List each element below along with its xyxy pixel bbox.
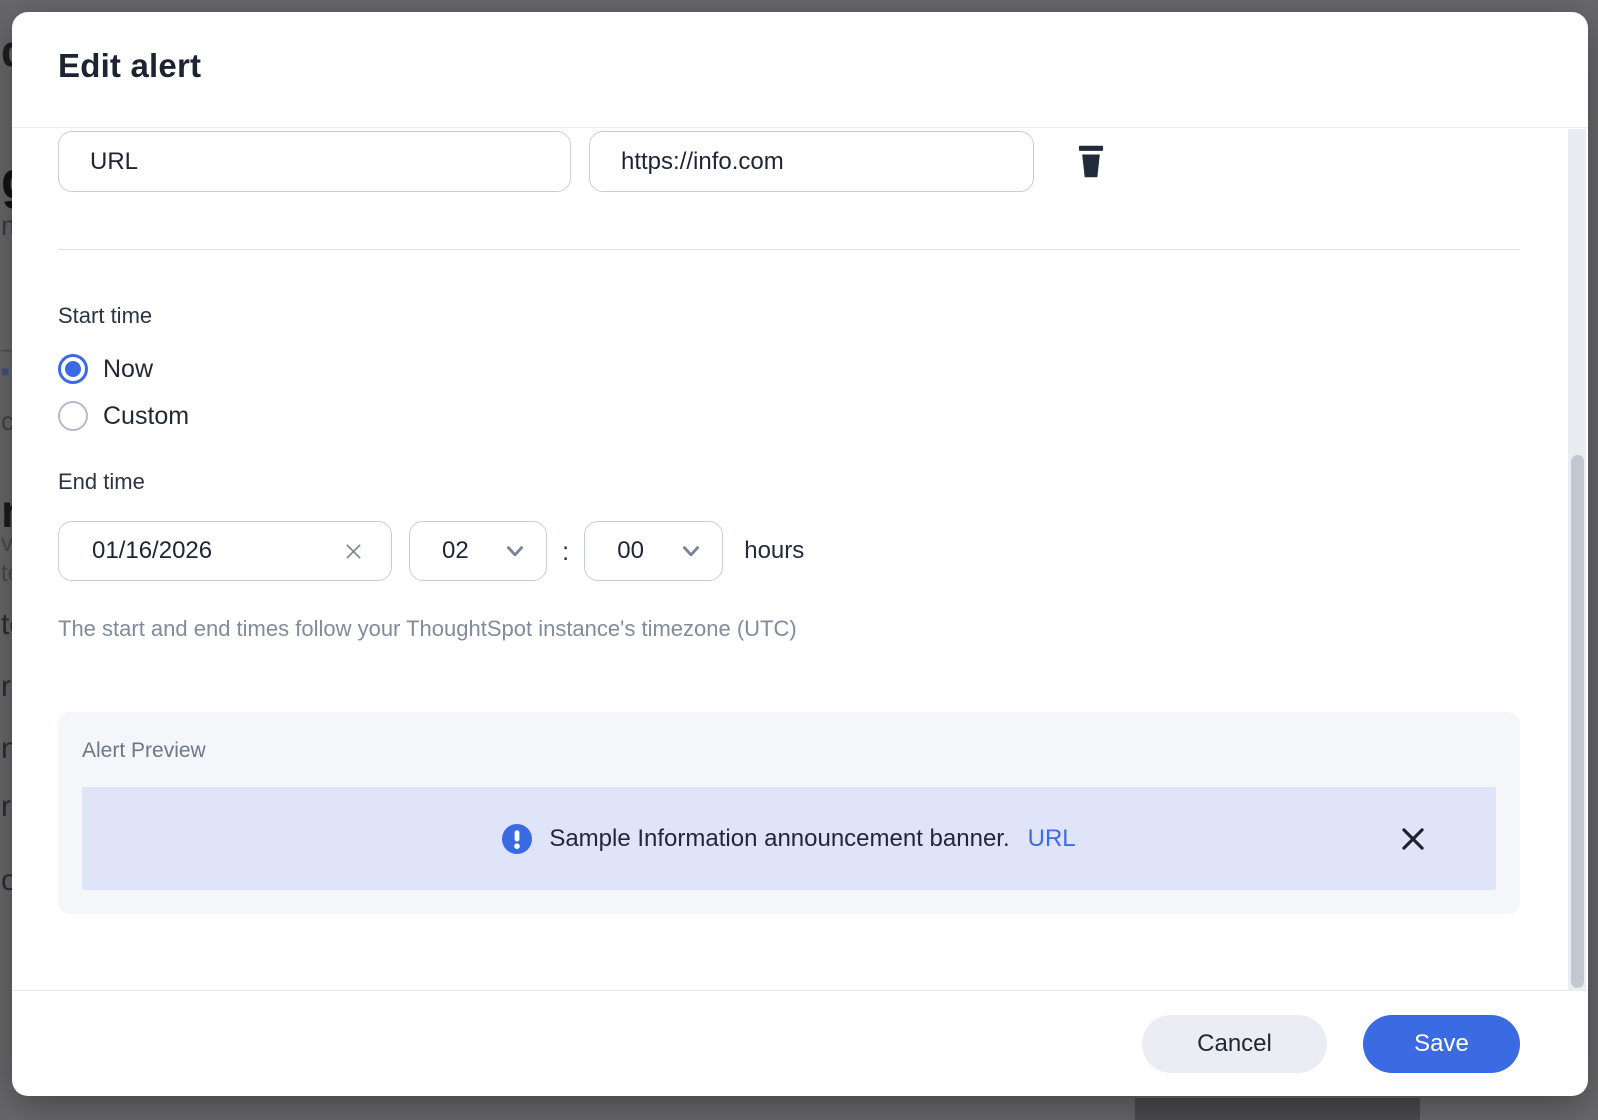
end-time-row: 01/16/2026 02 : 00 bbox=[58, 521, 1520, 581]
alert-preview-label: Alert Preview bbox=[82, 712, 1496, 763]
radio-now-label: Now bbox=[103, 355, 153, 384]
end-date-value: 01/16/2026 bbox=[92, 537, 340, 565]
background-text-fragment: ra bbox=[1, 672, 12, 702]
radio-option-custom[interactable]: Custom bbox=[58, 400, 1520, 432]
url-row bbox=[58, 131, 1520, 192]
dialog-title: Edit alert bbox=[58, 47, 1588, 85]
background-page-fragments: d gm – ■ c nv te to ra ne r o bbox=[0, 0, 12, 1120]
background-page-block bbox=[1135, 1098, 1420, 1120]
background-text-fragment: ■ bbox=[1, 364, 9, 378]
background-text-fragment: o bbox=[1, 866, 12, 896]
info-icon bbox=[502, 824, 532, 854]
start-time-label: Start time bbox=[58, 303, 1520, 329]
background-text-fragment: g bbox=[1, 155, 12, 207]
background-text-fragment: v bbox=[1, 532, 12, 556]
banner-message: Sample Information announcement banner. bbox=[549, 825, 1009, 853]
hour-select[interactable]: 02 bbox=[409, 521, 547, 581]
background-text-fragment: – bbox=[1, 338, 12, 362]
clear-icon bbox=[344, 542, 363, 561]
radio-custom-icon[interactable] bbox=[58, 401, 88, 431]
time-separator: : bbox=[562, 536, 569, 567]
section-divider bbox=[58, 249, 1520, 250]
end-date-input[interactable]: 01/16/2026 bbox=[58, 521, 392, 581]
radio-now-icon[interactable] bbox=[58, 354, 88, 384]
chevron-down-icon bbox=[682, 546, 700, 557]
minute-value: 00 bbox=[617, 537, 644, 565]
dialog-content: Start time Now Custom End time 01/16/202… bbox=[12, 131, 1588, 914]
background-text-fragment: m bbox=[1, 212, 12, 240]
save-button[interactable]: Save bbox=[1363, 1015, 1520, 1073]
alert-preview-card: Alert Preview Sample Information announc… bbox=[58, 712, 1520, 914]
background-text-fragment: c bbox=[1, 408, 12, 434]
radio-custom-label: Custom bbox=[103, 402, 189, 431]
end-time-label: End time bbox=[58, 469, 1520, 495]
start-time-radio-group: Now Custom bbox=[58, 353, 1520, 432]
background-text-fragment: d bbox=[1, 30, 12, 74]
scrollbar-thumb[interactable] bbox=[1571, 455, 1584, 988]
background-text-fragment: r bbox=[1, 792, 11, 822]
minute-select[interactable]: 00 bbox=[584, 521, 723, 581]
background-text-fragment: ne bbox=[1, 734, 12, 764]
close-icon bbox=[1400, 826, 1426, 852]
background-text-fragment: te bbox=[1, 562, 12, 586]
chevron-down-icon bbox=[506, 546, 524, 557]
delete-url-button[interactable] bbox=[1075, 143, 1107, 181]
timezone-note: The start and end times follow your Thou… bbox=[58, 616, 1520, 642]
link-type-input[interactable] bbox=[58, 131, 571, 192]
hour-value: 02 bbox=[442, 537, 469, 565]
trash-icon bbox=[1078, 145, 1104, 178]
dialog-footer: Cancel Save bbox=[12, 990, 1588, 1096]
scrollbar[interactable] bbox=[1568, 129, 1586, 990]
alert-preview-banner: Sample Information announcement banner. … bbox=[82, 787, 1496, 890]
background-text-fragment: n bbox=[1, 488, 12, 534]
dialog-body: Start time Now Custom End time 01/16/202… bbox=[12, 127, 1588, 990]
background-text-fragment: to bbox=[1, 610, 12, 640]
radio-option-now[interactable]: Now bbox=[58, 353, 1520, 385]
dialog-header: Edit alert bbox=[12, 12, 1588, 127]
cancel-button[interactable]: Cancel bbox=[1142, 1015, 1327, 1073]
edit-alert-dialog: Edit alert Start time Now bbox=[12, 12, 1588, 1096]
clear-date-button[interactable] bbox=[340, 538, 367, 565]
banner-url-link[interactable]: URL bbox=[1028, 825, 1076, 853]
link-url-input[interactable] bbox=[589, 131, 1034, 192]
banner-close-button[interactable] bbox=[1398, 824, 1428, 854]
hours-unit-label: hours bbox=[744, 537, 804, 565]
